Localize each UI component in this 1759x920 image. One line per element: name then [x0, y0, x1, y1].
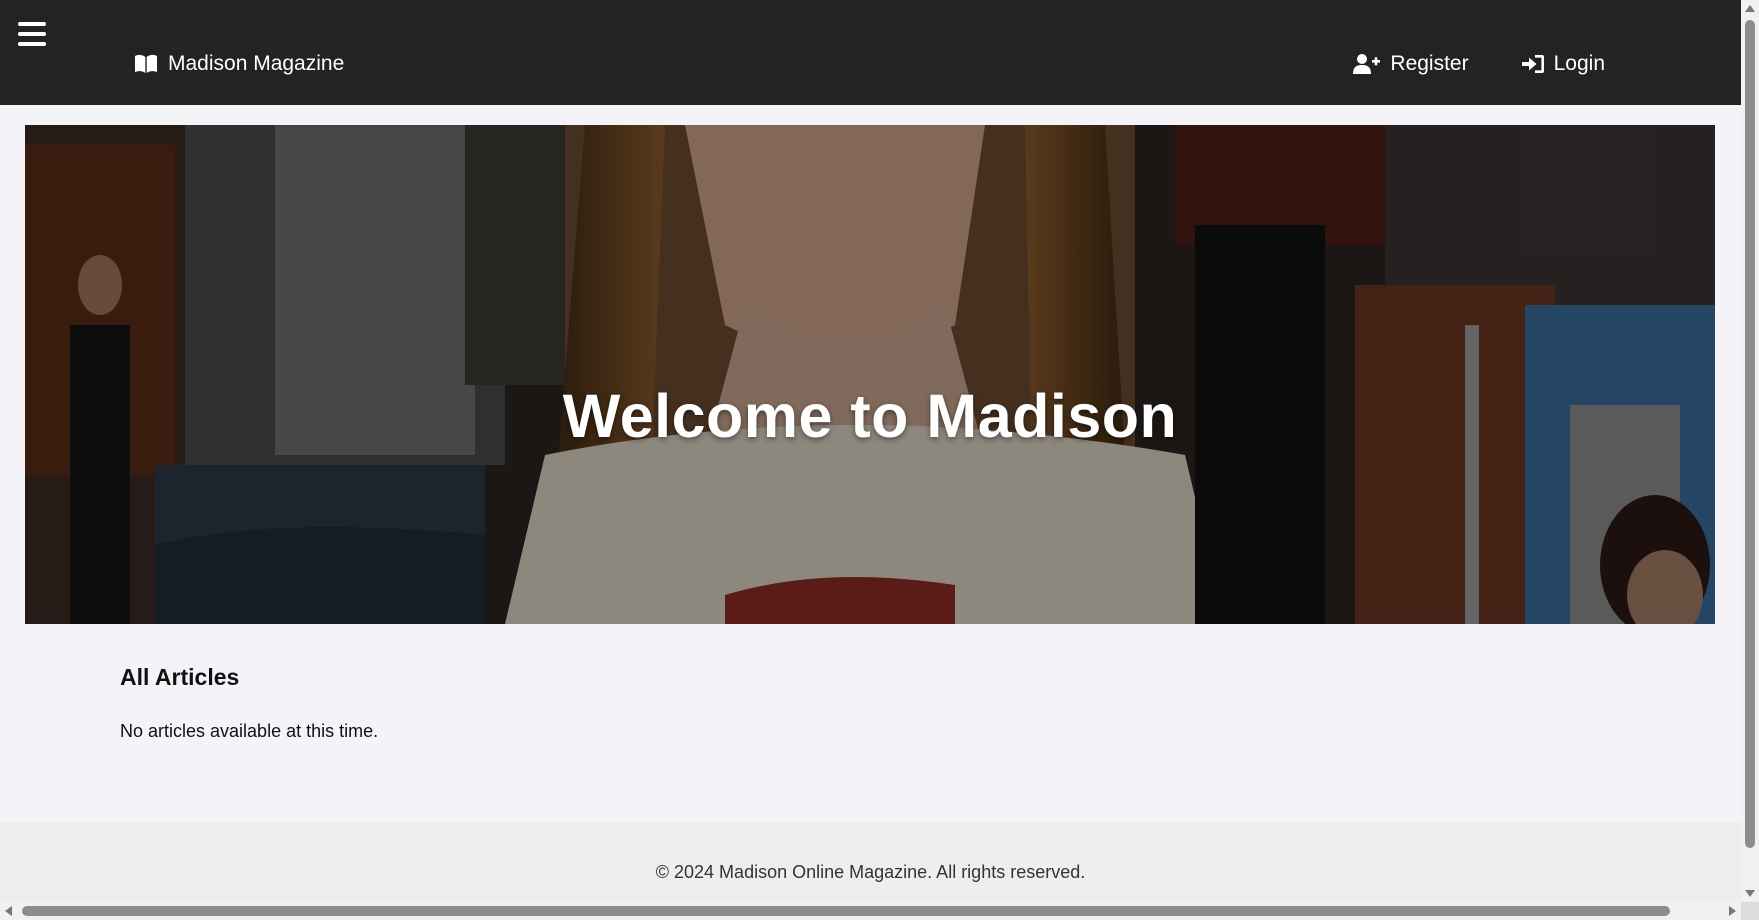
scroll-up-arrow-icon[interactable]	[1745, 5, 1755, 12]
vertical-scroll-thumb[interactable]	[1745, 20, 1755, 848]
open-book-icon	[135, 54, 157, 73]
scrollbar-corner	[1741, 902, 1759, 920]
register-link[interactable]: Register	[1353, 52, 1469, 76]
scroll-right-arrow-icon[interactable]	[1729, 906, 1736, 916]
page-viewport: Madison Magazine Register Login Welcome …	[0, 0, 1741, 902]
hamburger-menu-icon[interactable]	[18, 22, 46, 46]
horizontal-scroll-thumb[interactable]	[22, 906, 1670, 916]
brand-label: Madison Magazine	[168, 52, 345, 75]
brand-link[interactable]: Madison Magazine	[134, 52, 344, 76]
login-label: Login	[1553, 52, 1605, 75]
hero-overlay	[25, 125, 1715, 624]
vertical-scrollbar[interactable]	[1741, 0, 1759, 902]
auth-nav: Register Login	[1301, 52, 1605, 76]
scroll-down-arrow-icon[interactable]	[1745, 890, 1755, 897]
horizontal-scrollbar[interactable]	[0, 902, 1741, 920]
articles-section: All Articles No articles available at th…	[120, 664, 378, 742]
register-label: Register	[1390, 52, 1469, 75]
top-navbar: Madison Magazine Register Login	[0, 0, 1741, 105]
empty-articles-message: No articles available at this time.	[120, 721, 379, 741]
login-link[interactable]: Login	[1521, 52, 1605, 76]
user-plus-icon	[1353, 54, 1381, 74]
articles-heading: All Articles	[120, 664, 240, 690]
scroll-left-arrow-icon[interactable]	[5, 906, 12, 916]
footer-copyright: © 2024 Madison Online Magazine. All righ…	[655, 862, 1086, 882]
hero-banner: Welcome to Madison	[25, 125, 1715, 624]
sign-in-icon	[1521, 55, 1544, 73]
hero-title: Welcome to Madison	[562, 381, 1178, 450]
page-footer: © 2024 Madison Online Magazine. All righ…	[0, 822, 1741, 902]
